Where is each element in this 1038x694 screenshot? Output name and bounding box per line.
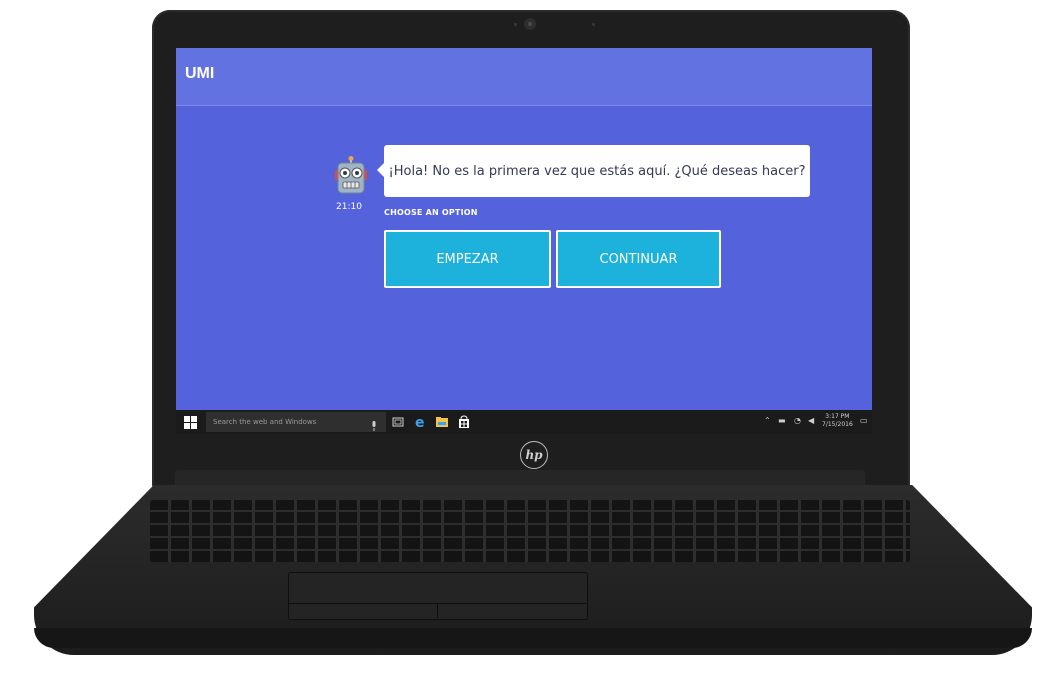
edge-icon[interactable]: e: [412, 414, 428, 431]
camera-sensor-left: [514, 23, 517, 26]
microphone-icon[interactable]: [371, 416, 377, 431]
continuar-button[interactable]: CONTINUAR: [556, 230, 721, 288]
empezar-button[interactable]: EMPEZAR: [384, 230, 551, 288]
task-view-icon[interactable]: [390, 414, 406, 430]
camera-lens: [528, 22, 532, 26]
network-icon[interactable]: ◔: [794, 416, 801, 425]
clock-date: 7/15/2016: [822, 421, 853, 428]
robot-icon: [334, 156, 368, 196]
touchpad-button-split: [437, 603, 438, 618]
choose-option-label: CHOOSE AN OPTION: [384, 208, 478, 217]
taskbar-search-placeholder: Search the web and Windows: [213, 418, 317, 426]
clock-time: 3:17 PM: [825, 413, 850, 420]
windows-start-icon[interactable]: [184, 415, 198, 429]
taskbar-search-input[interactable]: Search the web and Windows: [206, 412, 386, 432]
app-header: UMI: [176, 48, 872, 106]
app-title: UMI: [185, 65, 215, 82]
bot-message-text: ¡Hola! No es la primera vez que estás aq…: [388, 163, 806, 179]
hp-logo-icon: hp: [520, 441, 548, 469]
windows-taskbar: Search the web and Windows e ⌃ ▬ ◔ ◀ 3:1…: [176, 410, 872, 434]
bot-message-bubble: ¡Hola! No es la primera vez que estás aq…: [377, 145, 810, 197]
battery-icon[interactable]: ▬: [778, 416, 786, 425]
svg-text:e: e: [415, 415, 425, 430]
keyboard: [150, 500, 910, 562]
volume-icon[interactable]: ◀: [808, 416, 814, 425]
chevron-up-icon[interactable]: ⌃: [764, 416, 771, 425]
taskbar-clock[interactable]: 3:17 PM 7/15/2016: [822, 413, 853, 429]
message-time: 21:10: [336, 202, 362, 212]
store-icon[interactable]: [456, 414, 472, 430]
file-explorer-icon[interactable]: [434, 414, 450, 430]
laptop-screen: UMI 21:10 ¡Hola! No es la primera vez qu…: [176, 48, 872, 410]
action-center-icon[interactable]: ▭: [860, 416, 868, 425]
camera-sensor-right: [592, 23, 595, 26]
touchpad: [288, 572, 588, 620]
laptop-base-front: [34, 628, 1032, 648]
